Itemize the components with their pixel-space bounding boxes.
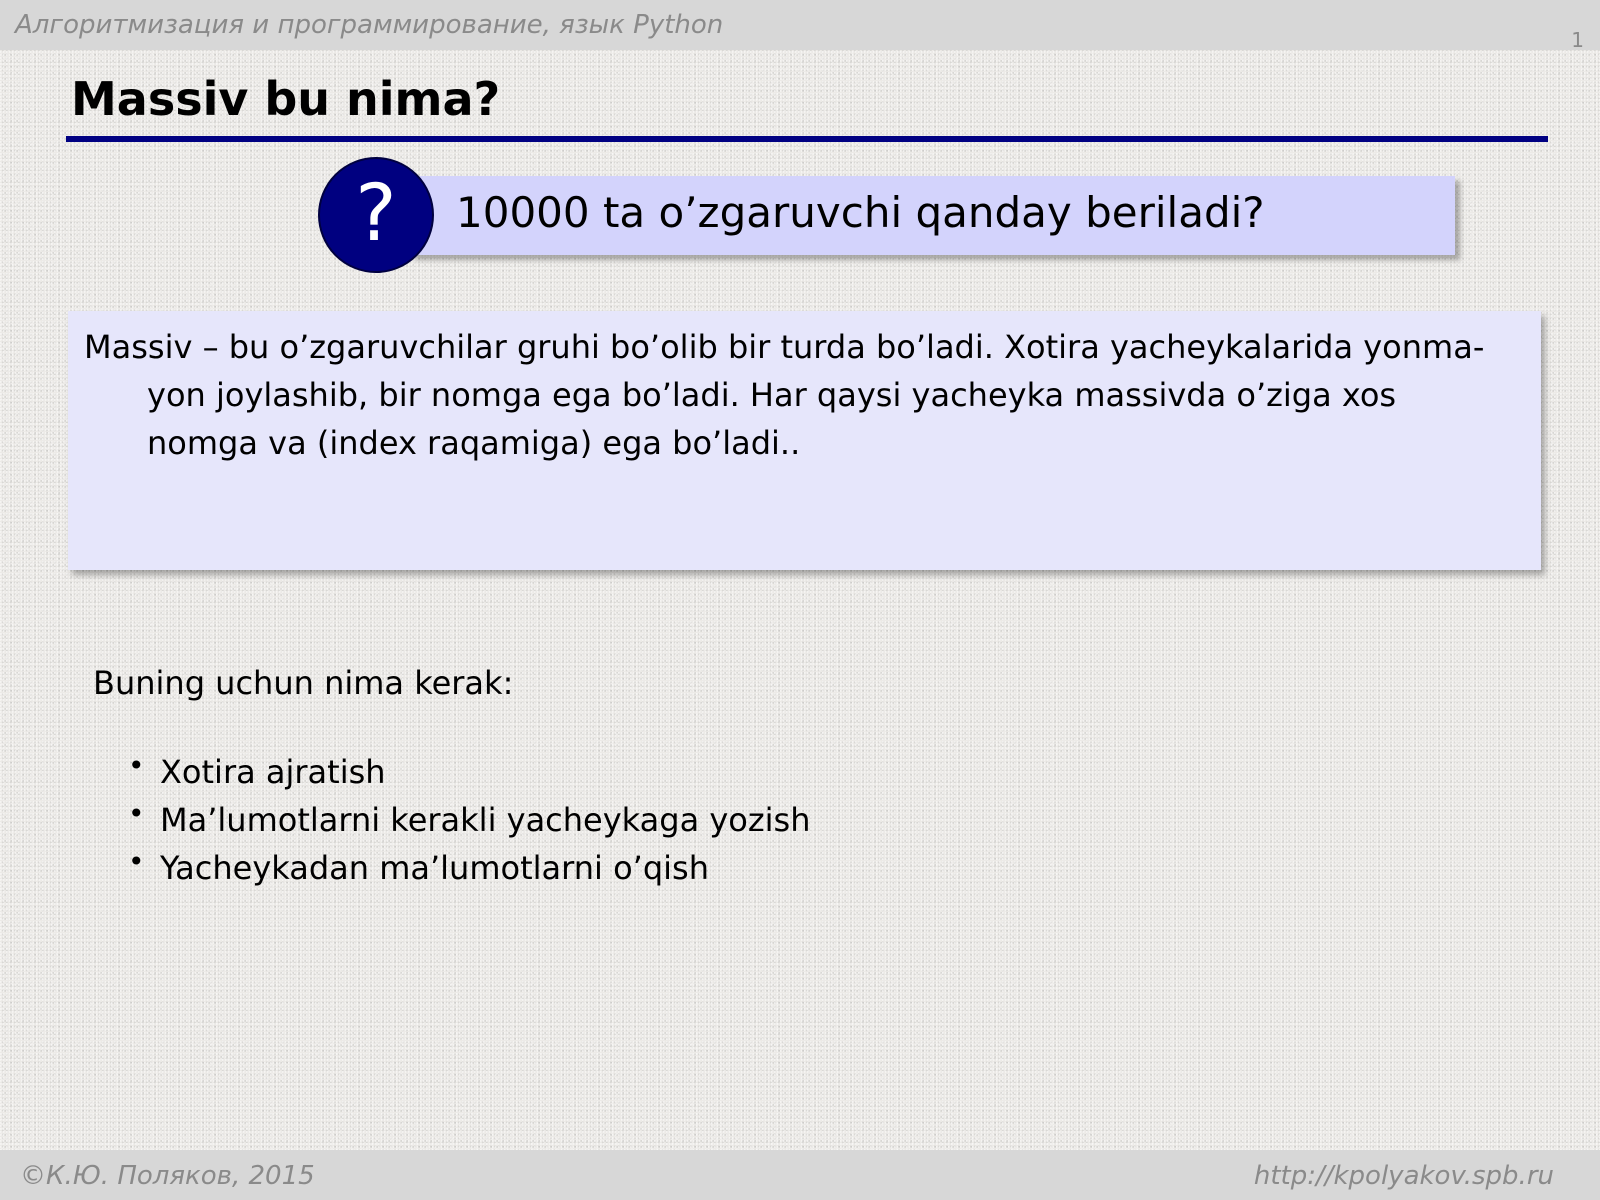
- list-item-label: Ma’lumotlarni kerakli yacheykaga yozish: [160, 801, 811, 839]
- definition-text: Massiv – bu o’zgaruvchilar gruhi bo’olib…: [84, 328, 1485, 462]
- title-divider: [66, 136, 1548, 142]
- footer-copyright: ©К.Ю. Поляков, 2015: [20, 1161, 315, 1191]
- needs-intro: Buning uchun nima kerak:: [93, 664, 514, 702]
- question-mark-icon: ?: [318, 157, 434, 273]
- bullet-icon: •: [128, 845, 145, 878]
- course-title: Алгоритмизация и программирование, язык …: [15, 10, 724, 40]
- list-item: • Xotira ajratish: [128, 748, 811, 796]
- needs-list: • Xotira ajratish • Ma’lumotlarni kerakl…: [128, 748, 811, 892]
- page-number: 1: [1571, 28, 1584, 52]
- list-item: • Ma’lumotlarni kerakli yacheykaga yozis…: [128, 796, 811, 844]
- list-item: • Yacheykadan ma’lumotlarni o’qish: [128, 844, 811, 892]
- list-item-label: Xotira ajratish: [160, 753, 386, 791]
- slide-title: Massiv bu nima?: [71, 72, 501, 126]
- bullet-icon: •: [128, 749, 145, 782]
- footer-bar: ©К.Ю. Поляков, 2015 http://kpolyakov.spb…: [0, 1150, 1600, 1200]
- question-text: 10000 ta o’zgaruvchi qanday beriladi?: [456, 188, 1265, 237]
- header-bar: Алгоритмизация и программирование, язык …: [0, 0, 1600, 52]
- definition-box: Massiv – bu o’zgaruvchilar gruhi bo’olib…: [68, 311, 1541, 570]
- list-item-label: Yacheykadan ma’lumotlarni o’qish: [160, 849, 709, 887]
- bullet-icon: •: [128, 797, 145, 830]
- footer-url: http://kpolyakov.spb.ru: [1253, 1161, 1554, 1191]
